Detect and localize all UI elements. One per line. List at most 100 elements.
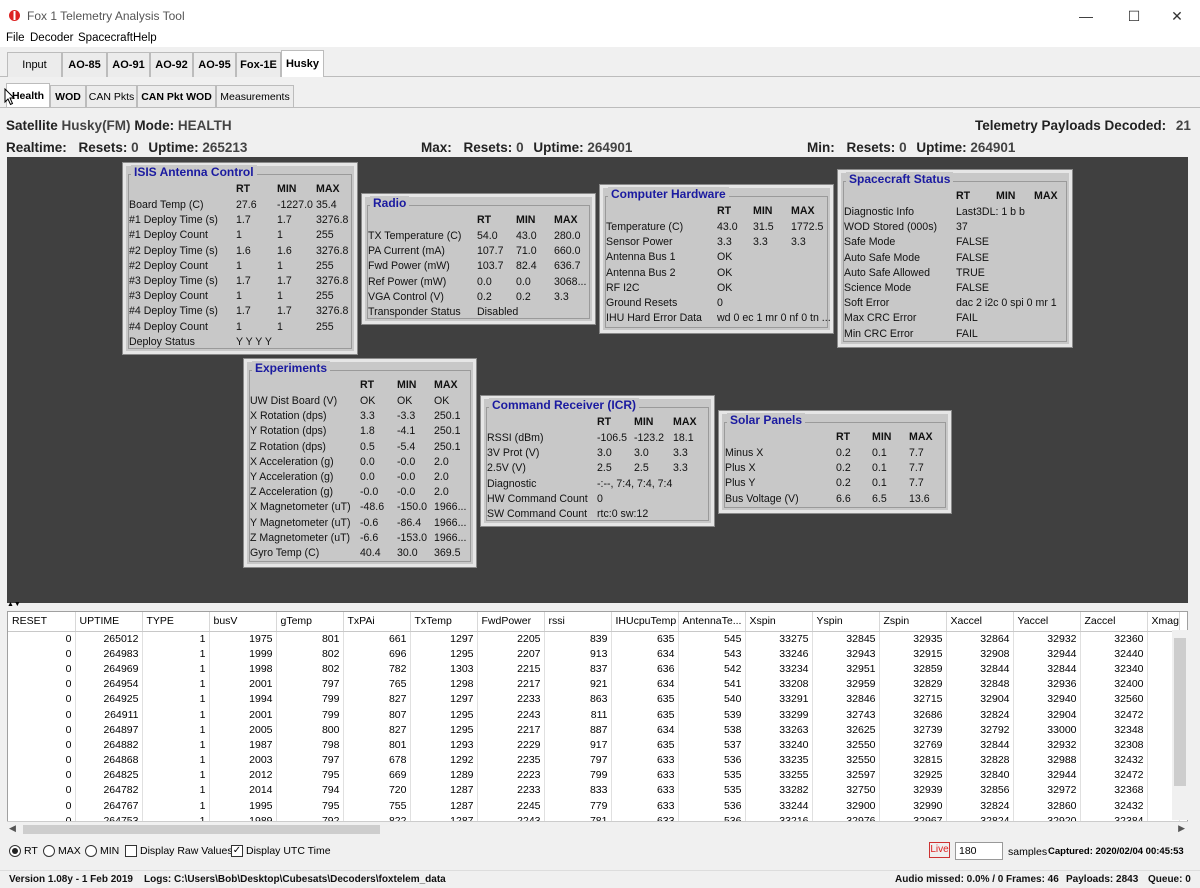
panel-command-receiver: Command Receiver (ICR) RT MIN MAX RSSI (dBm)… — [480, 395, 715, 527]
samples-input[interactable] — [955, 842, 1003, 860]
panel-solar-panels: Solar Panels RT MIN MAX Minus X 0.2 0.1 7.7 Plus… — [718, 410, 952, 514]
close-button[interactable]: ✕ — [1154, 0, 1200, 32]
table-cell: 32848 — [946, 676, 1014, 692]
experiments-row-value: -0.0 — [397, 486, 416, 499]
column-header[interactable]: Yaccel — [1013, 612, 1081, 632]
table-cell: 32550 — [812, 752, 880, 768]
column-header[interactable]: Yspin — [812, 612, 880, 632]
tab-ao95[interactable]: AO-95 — [193, 52, 236, 77]
column-header[interactable]: UPTIME — [75, 612, 143, 632]
tab-fox1e[interactable]: Fox-1E — [236, 52, 281, 77]
table-row[interactable]: 0 264782 1 2014 794 720 1287 2233 833 633 535 33282… — [8, 782, 1180, 799]
menu-spacecraft[interactable]: Spacecraft — [78, 32, 133, 44]
panel-experiments: Experiments RT MIN MAX UW Dist Board (V) OK OK… — [243, 358, 477, 568]
column-header[interactable]: FwdPower — [477, 612, 545, 632]
table-row[interactable]: 0 264767 1 1995 795 755 1287 2245 779 633 536 33244… — [8, 798, 1180, 814]
tab-input[interactable]: Input — [7, 52, 62, 77]
scroll-right-icon[interactable]: ▶ — [1178, 823, 1185, 834]
table-cell: 32936 — [1013, 676, 1081, 692]
column-header[interactable]: rssi — [544, 612, 612, 632]
subtab-can-pkt-wod[interactable]: CAN Pkt WOD — [137, 85, 216, 107]
maximize-button[interactable]: ☐ — [1111, 0, 1157, 32]
menu-file[interactable]: File — [6, 32, 25, 44]
command-row-label: RSSI (dBm) — [487, 432, 544, 444]
table-cell: 32472 — [1080, 767, 1148, 783]
table-row[interactable]: 0 264954 1 2001 797 765 1298 2217 921 634 541 33208… — [8, 676, 1180, 692]
tab-ao91[interactable]: AO-91 — [107, 52, 150, 77]
column-header[interactable]: TxTemp — [410, 612, 478, 632]
column-header[interactable]: Zspin — [879, 612, 947, 632]
max-uptime-label: Uptime: — [533, 140, 584, 155]
column-header[interactable]: TxPAi — [343, 612, 411, 632]
min-radio[interactable] — [85, 845, 97, 857]
menu-decoder[interactable]: Decoder — [30, 32, 73, 44]
column-header[interactable]: Zaccel — [1080, 612, 1148, 632]
rt-radio[interactable] — [9, 845, 21, 857]
utc-time-checkbox[interactable]: ✓ — [231, 845, 243, 857]
table-cell: 636 — [611, 661, 679, 677]
table-row[interactable]: 0 264868 1 2003 797 678 1292 2235 797 633 536 33235… — [8, 752, 1180, 768]
command-col-max: MAX — [673, 416, 697, 428]
table-cell: 2223 — [477, 767, 545, 783]
table-row[interactable]: 0 264969 1 1998 802 782 1303 2215 837 636 542 33234… — [8, 661, 1180, 677]
splitter-arrows-icon[interactable]: ▲▼ — [7, 601, 21, 608]
horizontal-scroll-thumb[interactable] — [23, 825, 380, 834]
radio-row-value: 107.7 — [477, 245, 504, 258]
radio-row-value: 660.0 — [554, 245, 581, 258]
command-row-value: -106.5 — [597, 432, 628, 444]
tab-ao85[interactable]: AO-85 — [62, 52, 107, 77]
command-row-value: 3.3 — [673, 462, 688, 475]
table-cell: 32472 — [1080, 706, 1148, 723]
subtab-measurements[interactable]: Measurements — [216, 85, 294, 107]
vertical-scroll-thumb[interactable] — [1174, 638, 1186, 786]
table-horizontal-scrollbar[interactable]: ◀ ▶ — [7, 821, 1188, 836]
experiments-row-value: -86.4 — [397, 516, 422, 529]
column-header[interactable]: gTemp — [276, 612, 344, 632]
table-cell: 921 — [544, 676, 612, 692]
column-header[interactable]: RESET — [8, 612, 76, 632]
table-row[interactable]: 0 264911 1 2001 799 807 1295 2243 811 635 539 33299… — [8, 706, 1180, 723]
telemetry-table[interactable]: RESET UPTIME TYPE busV gTemp TxPAi TxTemp FwdPo… — [7, 611, 1188, 835]
table-cell: 32792 — [946, 722, 1014, 738]
table-row[interactable]: 0 264897 1 2005 800 827 1295 2217 887 634 538 33263… — [8, 722, 1180, 738]
column-header[interactable]: busV — [209, 612, 277, 632]
column-header[interactable]: Xspin — [745, 612, 813, 632]
table-cell: 32440 — [1080, 646, 1148, 662]
radio-col-max: MAX — [554, 214, 578, 226]
tab-ao92[interactable]: AO-92 — [150, 52, 193, 77]
column-header[interactable]: Xmag — [1147, 612, 1180, 632]
minimize-button[interactable]: — — [1063, 0, 1109, 32]
table-row[interactable]: 0 264882 1 1987 798 801 1293 2229 917 635 537 33240… — [8, 737, 1180, 753]
column-header[interactable]: IHUcpuTemp — [611, 612, 679, 632]
subtab-wod[interactable]: WOD — [50, 85, 86, 107]
table-row[interactable]: 0 264983 1 1999 802 696 1295 2207 913 634 543 33246… — [8, 646, 1180, 662]
command-row-value: 3.0 — [597, 447, 612, 460]
table-cell: 32915 — [879, 646, 947, 662]
column-header[interactable]: TYPE — [142, 612, 210, 632]
subtab-can-pkts[interactable]: CAN Pkts — [86, 85, 137, 107]
table-cell: 661 — [343, 631, 411, 647]
menu-help[interactable]: Help — [133, 32, 157, 44]
table-cell: 634 — [611, 646, 679, 662]
table-cell: 32400 — [1080, 676, 1148, 692]
table-cell: 542 — [678, 661, 746, 677]
table-cell: 32432 — [1080, 798, 1148, 814]
table-cell: 634 — [611, 676, 679, 692]
antenna-row-label: #4 Deploy Count — [129, 320, 208, 333]
table-row[interactable]: 0 264925 1 1994 799 827 1297 2233 863 635 540 33291… — [8, 691, 1180, 707]
table-row[interactable]: 0 264825 1 2012 795 669 1289 2223 799 633 535 33255… — [8, 767, 1180, 783]
computer-row-label: Temperature (C) — [606, 221, 684, 233]
scroll-left-icon[interactable]: ◀ — [9, 823, 16, 834]
column-header[interactable]: Xaccel — [946, 612, 1014, 632]
rt-label: RT — [24, 845, 38, 857]
table-cell: 1293 — [410, 737, 478, 753]
table-cell: 32856 — [946, 782, 1014, 799]
raw-values-checkbox[interactable] — [125, 845, 137, 857]
experiments-row-value: 1966... — [434, 531, 467, 544]
experiments-row-value: -48.6 — [360, 501, 385, 514]
table-vertical-scrollbar[interactable] — [1172, 630, 1188, 820]
column-header[interactable]: AntennaTe... — [678, 612, 746, 632]
max-radio[interactable] — [43, 845, 55, 857]
table-row[interactable]: 0 265012 1 1975 801 661 1297 2205 839 635 545 33275… — [8, 631, 1180, 647]
tab-husky[interactable]: Husky — [281, 50, 324, 77]
